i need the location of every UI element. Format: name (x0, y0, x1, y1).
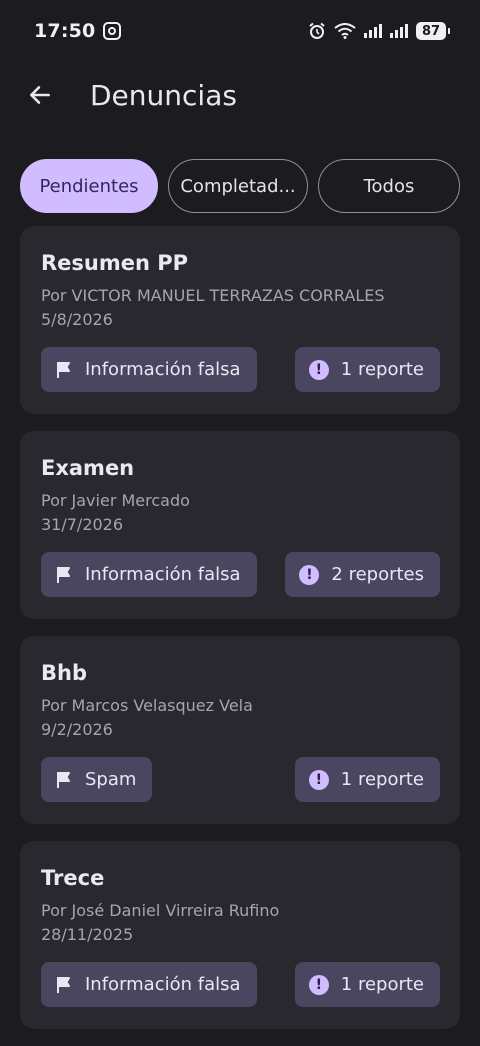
wifi-icon (334, 23, 356, 39)
report-count-label: 1 reporte (340, 769, 424, 790)
status-left: 17:50 (34, 20, 122, 42)
report-count-label: 1 reporte (340, 974, 424, 995)
report-count-chip[interactable]: ! 2 reportes (285, 552, 440, 597)
report-card[interactable]: Resumen PP Por VICTOR MANUEL TERRAZAS CO… (20, 226, 460, 414)
reason-label: Información falsa (85, 359, 241, 380)
report-title: Examen (41, 456, 135, 480)
page-title: Denuncias (90, 78, 237, 112)
report-date: 9/2/2026 (41, 720, 113, 739)
report-author: Por VICTOR MANUEL TERRAZAS CORRALES (41, 286, 385, 305)
reason-label: Información falsa (85, 564, 241, 585)
report-title: Bhb (41, 661, 87, 685)
report-card[interactable]: Examen Por Javier Mercado 31/7/2026 Info… (20, 431, 460, 619)
report-title: Resumen PP (41, 251, 189, 275)
battery-indicator: 87 (416, 22, 450, 40)
reason-chip[interactable]: Información falsa (41, 552, 257, 597)
report-count-chip[interactable]: ! 1 reporte (294, 757, 440, 802)
clock: 17:50 (34, 20, 96, 42)
filter-tabs: Pendientes Completad... Todos (20, 159, 460, 213)
report-card[interactable]: Trece Por José Daniel Virreira Rufino 28… (20, 841, 460, 1029)
flag-icon (57, 771, 70, 788)
chip-row: Información falsa ! 2 reportes (41, 552, 440, 597)
chip-row: Información falsa ! 1 reporte (41, 962, 440, 1007)
reason-chip[interactable]: Información falsa (41, 962, 257, 1007)
reason-chip[interactable]: Información falsa (41, 347, 257, 392)
report-title: Trece (41, 866, 105, 890)
flag-icon (57, 361, 70, 378)
tab-pendientes[interactable]: Pendientes (20, 159, 158, 213)
reason-label: Spam (85, 769, 137, 790)
report-date: 28/11/2025 (41, 925, 134, 944)
tab-todos[interactable]: Todos (318, 159, 460, 213)
back-button[interactable] (16, 71, 64, 119)
chip-row: Spam ! 1 reporte (41, 757, 440, 802)
alarm-icon (309, 22, 325, 39)
tab-completadas[interactable]: Completad... (168, 159, 308, 213)
alert-circle-icon: ! (299, 564, 320, 585)
alert-circle-icon: ! (308, 769, 329, 790)
report-count-label: 2 reportes (331, 564, 424, 585)
alert-circle-icon: ! (308, 974, 329, 995)
report-date: 5/8/2026 (41, 310, 113, 329)
signal-icon-2 (390, 24, 408, 38)
report-count-chip[interactable]: ! 1 reporte (294, 347, 440, 392)
reason-label: Información falsa (85, 974, 241, 995)
alert-circle-icon: ! (308, 359, 329, 380)
report-count-label: 1 reporte (340, 359, 424, 380)
report-card[interactable]: Bhb Por Marcos Velasquez Vela 9/2/2026 S… (20, 636, 460, 824)
report-author: Por Marcos Velasquez Vela (41, 696, 253, 715)
reports-list: Resumen PP Por VICTOR MANUEL TERRAZAS CO… (20, 226, 460, 1046)
report-author: Por Javier Mercado (41, 491, 190, 510)
signal-icon-1 (364, 24, 382, 38)
report-date: 31/7/2026 (41, 515, 124, 534)
report-author: Por José Daniel Virreira Rufino (41, 901, 280, 920)
chip-row: Información falsa ! 1 reporte (41, 347, 440, 392)
report-count-chip[interactable]: ! 1 reporte (294, 962, 440, 1007)
status-bar: 17:50 87 (0, 0, 480, 62)
app-bar: Denuncias (0, 62, 480, 128)
reason-chip[interactable]: Spam (41, 757, 153, 802)
flag-icon (57, 976, 70, 993)
flag-icon (57, 566, 70, 583)
instagram-notification-icon (103, 22, 122, 40)
status-right: 87 (308, 22, 450, 40)
arrow-back-icon (30, 86, 50, 104)
